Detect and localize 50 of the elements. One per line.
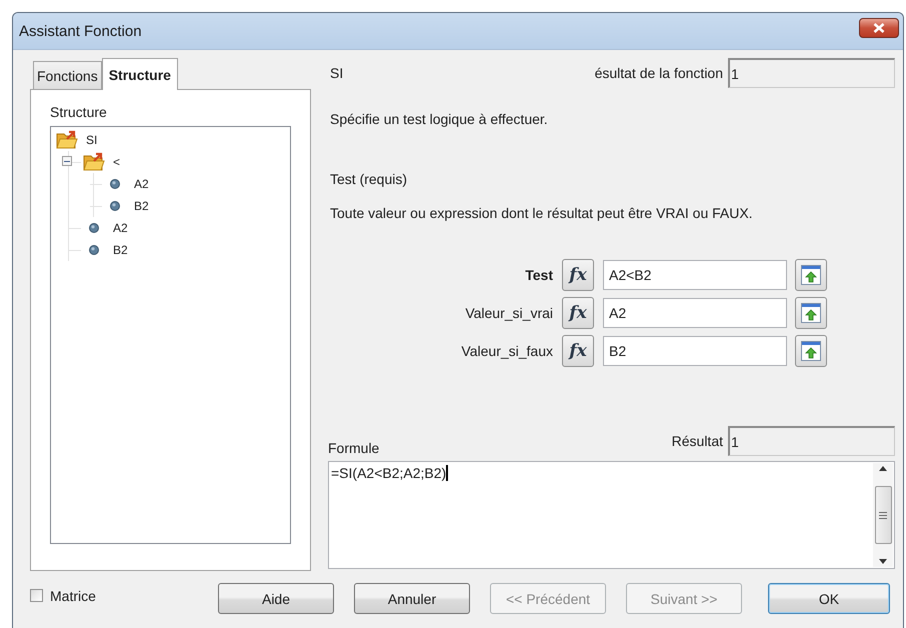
dot-icon <box>89 223 99 233</box>
function-result-field[interactable]: 1 <box>728 58 895 88</box>
argument-title: Test (requis) <box>330 171 408 187</box>
function-result-label: ésultat de la fonction <box>594 65 723 81</box>
argument-field[interactable]: B2 <box>603 336 787 366</box>
tree-item[interactable]: SI <box>86 133 98 147</box>
scrollbar[interactable] <box>873 463 893 567</box>
tree-item[interactable]: B2 <box>113 243 128 257</box>
tab[interactable]: Structure <box>102 58 178 90</box>
argument-field[interactable]: A2<B2 <box>603 260 787 290</box>
argument-description: Toute valeur ou expression dont le résultat peut être VRAI ou FAUX. <box>330 205 754 221</box>
folder-icon <box>56 130 78 150</box>
dot-icon <box>110 179 120 189</box>
dialog-button[interactable]: Aide <box>218 583 334 614</box>
tree-item[interactable]: B2 <box>134 199 149 213</box>
function-description: Spécifie un test logique à effectuer. <box>330 111 549 127</box>
formula-label: Formule <box>328 440 380 456</box>
dot-icon <box>89 245 99 255</box>
close-button[interactable] <box>859 18 899 38</box>
dialog-button[interactable]: OK <box>768 583 890 614</box>
tree-item[interactable]: < <box>113 155 120 169</box>
collapse-icon[interactable] <box>62 156 72 166</box>
function-wizard-button[interactable]: fx <box>562 335 594 367</box>
dot-icon <box>110 201 120 211</box>
argument-label: Valeur_si_vrai <box>464 305 553 321</box>
scroll-down-icon <box>879 559 887 564</box>
scroll-up-icon <box>879 466 887 471</box>
checkbox-label: Matrice <box>50 588 96 604</box>
window-title: Assistant Fonction <box>19 22 142 40</box>
shrink-button[interactable] <box>795 335 827 367</box>
checkbox[interactable] <box>30 589 43 602</box>
close-icon <box>873 23 885 33</box>
tree-label: Structure <box>50 104 108 120</box>
function-wizard-button[interactable]: fx <box>562 297 594 329</box>
argument-field[interactable]: A2 <box>603 298 787 328</box>
shrink-button[interactable] <box>795 297 827 329</box>
dialog-button[interactable]: Annuler <box>354 583 470 614</box>
folder-icon <box>83 152 105 172</box>
function-wizard-button[interactable]: fx <box>562 259 594 291</box>
argument-label: Test <box>524 267 553 283</box>
grip-icon <box>879 512 887 518</box>
tree-item[interactable]: A2 <box>113 221 128 235</box>
result-label: Résultat <box>672 433 723 449</box>
tree-item[interactable]: A2 <box>134 177 149 191</box>
tab[interactable]: Fonctions <box>33 61 102 89</box>
result-field[interactable]: 1 <box>728 426 895 456</box>
shrink-button[interactable] <box>795 259 827 291</box>
formula-field[interactable]: =SI(A2<B2;A2;B2) <box>328 461 895 569</box>
argument-label: Valeur_si_faux <box>460 343 553 359</box>
function-name: SI <box>330 65 344 81</box>
